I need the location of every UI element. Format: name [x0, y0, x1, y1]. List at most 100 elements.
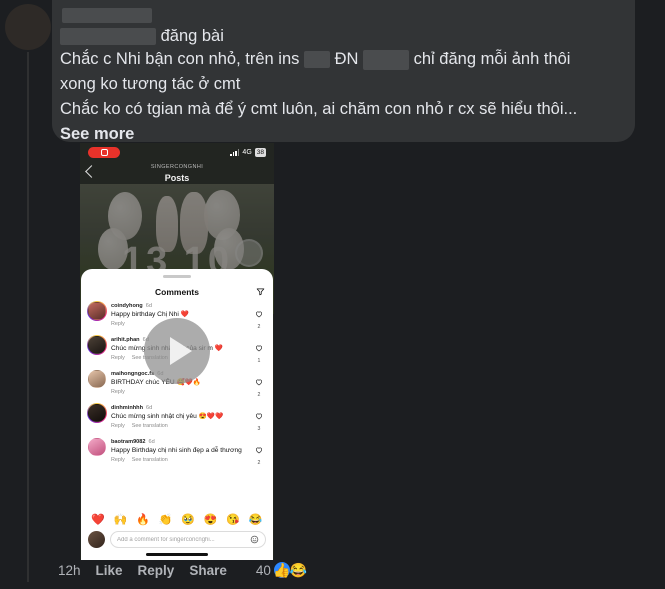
heart-icon — [255, 447, 263, 454]
comment-like-count: 2 — [257, 392, 261, 398]
sheet-grabber[interactable] — [163, 275, 191, 278]
like-reaction-icon: 👍 — [273, 562, 291, 578]
comment-input-placeholder: Add a comment for singerconcnghi... — [117, 536, 215, 543]
account-handle: SINGERCONGNHI — [150, 164, 204, 171]
attached-video-screenshot[interactable]: 13 10 4G 38 SINGERCONGNHI Posts Comments… — [80, 143, 274, 560]
avatar[interactable] — [88, 370, 106, 388]
comment-text: Chúc mừng sinh nhật chị yêu 😍❤️❤️ — [111, 413, 224, 420]
haha-reaction-icon: 😂 — [289, 562, 308, 578]
current-user-avatar — [88, 531, 105, 548]
comment-item[interactable]: dinhminhhh 6d Chúc mừng sinh nhật chị yêu… — [87, 403, 266, 432]
comment-reply-button[interactable]: Reply — [111, 422, 125, 431]
quick-emoji-row: ❤️ 🙌 🔥 👏 🥹 😍 😘 😂 — [81, 513, 273, 526]
quick-emoji-joy[interactable]: 😂 — [249, 513, 263, 526]
quick-emoji-clap[interactable]: 👏 — [159, 513, 173, 526]
comment-input[interactable]: Add a comment for singerconcnghi... — [110, 531, 266, 548]
post-text-line-1: Chắc c Nhi bận con nhỏ, trên ins ĐN chỉ … — [60, 47, 623, 72]
timestamp: 12h — [58, 562, 81, 578]
comment-like-group[interactable]: 2 — [252, 302, 266, 330]
comment-compose-bar: Add a comment for singerconcnghi... — [81, 531, 273, 548]
comment-like-group[interactable]: 3 — [252, 404, 266, 432]
post-text-part-2: ĐN — [334, 50, 359, 68]
quick-emoji-kiss[interactable]: 😘 — [226, 513, 240, 526]
comment-like-count: 2 — [257, 460, 261, 466]
comment-reply-button[interactable]: Reply — [111, 354, 125, 363]
avatar[interactable] — [87, 335, 107, 355]
comment-username-row: dinhminhhh 6d — [111, 404, 247, 412]
comment-like-group[interactable]: 2 — [252, 438, 266, 466]
heart-icon — [255, 413, 263, 420]
comment-like-group[interactable]: 1 — [252, 336, 266, 364]
comment-age: 6d — [148, 439, 155, 445]
avatar[interactable] — [87, 301, 107, 321]
comment-like-count: 3 — [257, 426, 261, 432]
quick-emoji-holding-tears[interactable]: 🥹 — [181, 513, 195, 526]
comment-age: 6d — [145, 303, 152, 309]
quick-emoji-heart-eyes[interactable]: 😍 — [204, 513, 218, 526]
heart-icon — [255, 311, 263, 318]
comment-username: arihit.phan — [111, 337, 140, 343]
screen-recording-indicator — [88, 146, 120, 158]
comment-age: 6d — [146, 405, 153, 411]
comment-actions: Reply — [111, 388, 247, 397]
comment-thread: đăng bài Chắc c Nhi bận con nhỏ, trên in… — [0, 0, 665, 589]
filter-icon[interactable] — [256, 283, 265, 301]
avatar[interactable] — [88, 438, 106, 456]
home-indicator — [146, 553, 208, 556]
redacted-name-top — [62, 8, 152, 24]
post-text-line-2: xong ko tương tác ở cmt — [60, 75, 241, 93]
thread-connector-line — [27, 52, 29, 582]
redacted-inline-1 — [303, 51, 330, 69]
comment-username-row: coindyhong 6d — [111, 302, 247, 310]
quick-emoji-raised-hands[interactable]: 🙌 — [114, 513, 128, 526]
heart-icon — [255, 345, 263, 352]
reaction-summary[interactable]: 40 👍 😂 — [256, 562, 307, 578]
comment-like-count: 2 — [257, 324, 261, 330]
comment-reply-button[interactable]: Reply — [111, 456, 125, 465]
share-button[interactable]: Share — [189, 563, 227, 578]
battery-icon: 38 — [254, 147, 266, 157]
comment-item[interactable]: baotram9082 6d Happy Birthday chị nhi sin… — [88, 438, 266, 466]
redacted-author-name — [60, 28, 156, 46]
comment-like-count: 1 — [257, 358, 261, 364]
quick-emoji-fire[interactable]: 🔥 — [136, 513, 150, 526]
header-titles: SINGERCONGNHI Posts — [80, 165, 274, 183]
parent-avatar[interactable] — [5, 4, 51, 50]
like-button[interactable]: Like — [96, 563, 123, 578]
comment-reply-button[interactable]: Reply — [111, 320, 125, 329]
post-text-part-1: Chắc c Nhi bận con nhỏ, trên ins — [60, 50, 300, 68]
comment-actions: Reply See translation — [111, 456, 247, 465]
play-icon — [169, 337, 192, 365]
comment-action-bar: 12h Like Reply Share 40 👍 😂 — [58, 562, 307, 578]
record-icon — [100, 148, 108, 156]
comment-translate-button[interactable]: See translation — [132, 456, 168, 465]
comment-username: dinhminhhh — [111, 405, 144, 411]
comment-actions: Reply See translation — [111, 422, 247, 431]
sticker-icon[interactable] — [250, 531, 259, 549]
page-title: Posts — [164, 172, 190, 183]
post-bubble: đăng bài Chắc c Nhi bận con nhỏ, trên in… — [52, 0, 635, 143]
post-text-part-3: chỉ đăng mỗi ảnh thôi — [413, 50, 571, 68]
comment-username-row: baotram9082 6d — [111, 438, 247, 446]
comment-reply-button[interactable]: Reply — [111, 388, 125, 397]
reaction-count: 40 — [255, 562, 271, 578]
comment-like-group[interactable]: 2 — [252, 370, 266, 398]
posted-label: đăng bài — [160, 27, 224, 45]
reaction-icons: 👍 😂 — [273, 562, 308, 578]
signal-icon — [230, 149, 240, 156]
comments-title: Comments — [155, 287, 199, 297]
quick-emoji-heart[interactable]: ❤️ — [91, 513, 105, 526]
reply-button[interactable]: Reply — [138, 563, 175, 578]
network-label: 4G — [242, 148, 252, 156]
comments-sheet: Comments coindyhong 6d Happy birthday Chị… — [81, 269, 273, 560]
comment-username: baotram9082 — [111, 439, 146, 445]
comment-translate-button[interactable]: See translation — [132, 422, 168, 431]
post-author-line: đăng bài — [60, 25, 623, 47]
play-button[interactable] — [144, 318, 210, 384]
instagram-header: SINGERCONGNHI Posts — [80, 161, 274, 187]
comment-username: coindyhong — [111, 303, 143, 309]
avatar[interactable] — [87, 403, 107, 423]
post-text-line-3: Chắc ko có tgian mà để ý cmt luôn, ai ch… — [60, 100, 578, 118]
heart-icon — [255, 379, 263, 386]
phone-status-bar: 4G 38 — [80, 143, 274, 161]
